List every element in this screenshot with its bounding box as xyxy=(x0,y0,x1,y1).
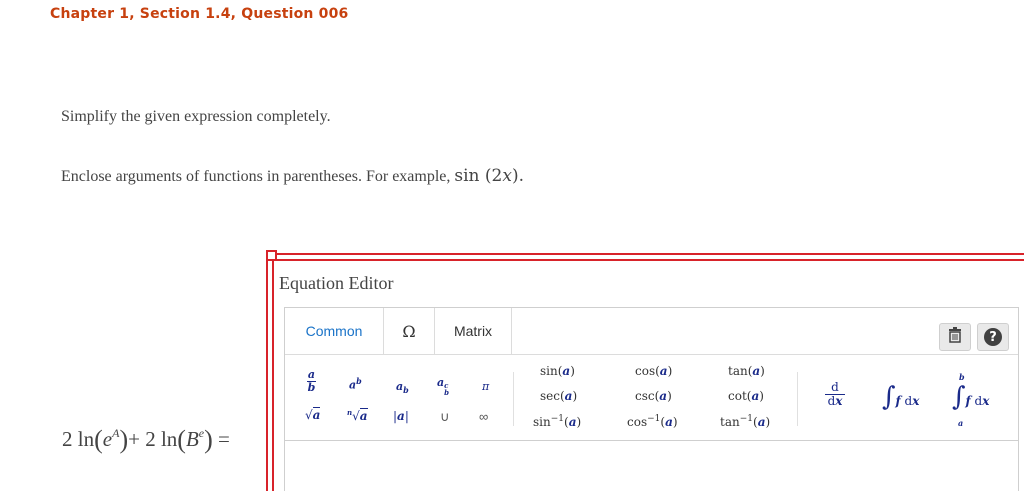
editor-frame-top xyxy=(266,253,1024,255)
resize-handle[interactable] xyxy=(266,250,277,261)
infinity-button[interactable]: ∞ xyxy=(479,409,488,424)
subscript-button[interactable]: ab xyxy=(396,380,409,395)
expression: 2 ln(eA)+ 2 ln(Be) = xyxy=(62,425,230,454)
integral-button[interactable]: ∫f dx xyxy=(882,382,919,412)
arctan-button[interactable]: tan−1(a) xyxy=(720,414,770,429)
question-instruction: Simplify the given expression completely… xyxy=(61,108,331,125)
toolbar-tabs: Common Ω Matrix xyxy=(285,308,512,355)
fraction-button[interactable]: ab xyxy=(307,368,316,394)
superscript-button[interactable]: ab xyxy=(349,376,362,392)
pi-button[interactable]: π xyxy=(482,380,489,393)
help-button[interactable]: ? xyxy=(977,323,1009,351)
editor-frame-inner-left xyxy=(272,259,274,491)
tab-common[interactable]: Common xyxy=(285,308,384,355)
hint-text: Enclose arguments of functions in parent… xyxy=(61,168,451,185)
absolute-value-button[interactable]: |a| xyxy=(393,409,409,423)
cot-button[interactable]: cot(a) xyxy=(728,389,764,403)
sqrt-button[interactable]: √a xyxy=(305,407,321,422)
editor-frame-inner-top xyxy=(272,259,1024,261)
tab-matrix[interactable]: Matrix xyxy=(435,308,512,355)
question-hint: Enclose arguments of functions in parent… xyxy=(61,166,524,186)
answer-input[interactable] xyxy=(284,441,1019,491)
arcsin-button[interactable]: sin−1(a) xyxy=(533,414,581,429)
hint-example: sin (2x). xyxy=(454,166,524,186)
definite-integral-button[interactable]: b ∫f dx a xyxy=(952,372,989,428)
tab-divider xyxy=(512,354,1018,355)
tan-button[interactable]: tan(a) xyxy=(728,364,765,378)
editor-title: Equation Editor xyxy=(279,273,394,293)
clear-button[interactable] xyxy=(939,323,971,351)
chapter-title: Chapter 1, Section 1.4, Question 006 xyxy=(50,6,349,22)
derivative-button[interactable]: d dx xyxy=(825,380,845,408)
equation-toolbar: Common Ω Matrix ? ab ab ab acb π √a n√a … xyxy=(284,307,1019,441)
editor-frame-left xyxy=(266,253,268,491)
help-icon: ? xyxy=(984,328,1002,346)
csc-button[interactable]: csc(a) xyxy=(635,389,672,403)
sub-superscript-button[interactable]: acb xyxy=(437,376,449,396)
tab-symbols[interactable]: Ω xyxy=(384,308,435,355)
arccos-button[interactable]: cos−1(a) xyxy=(627,414,678,429)
separator xyxy=(797,372,798,426)
cos-button[interactable]: cos(a) xyxy=(635,364,672,378)
trash-icon xyxy=(948,327,962,347)
nth-root-button[interactable]: n√a xyxy=(347,408,368,423)
sin-button[interactable]: sin(a) xyxy=(540,364,575,378)
separator xyxy=(513,372,514,426)
sec-button[interactable]: sec(a) xyxy=(540,389,577,403)
union-button[interactable]: ∪ xyxy=(440,409,450,425)
